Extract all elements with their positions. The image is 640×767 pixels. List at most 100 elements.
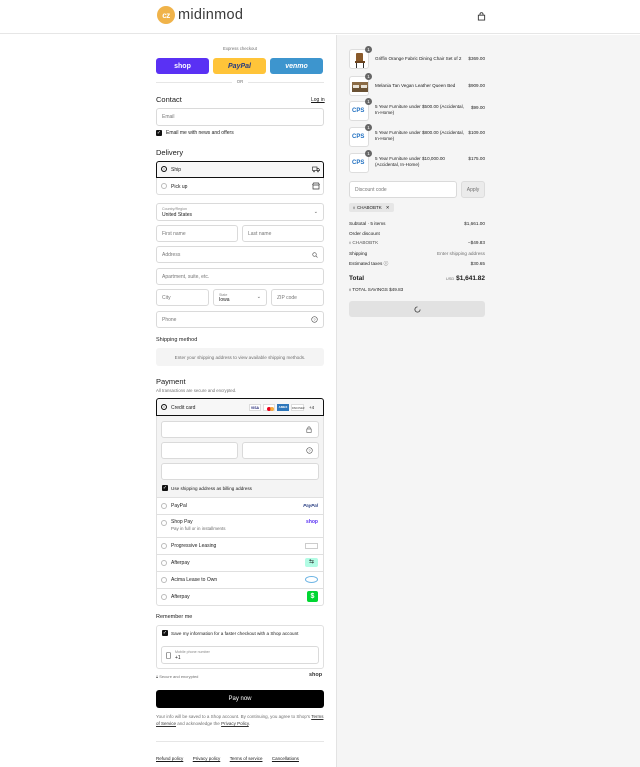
news-label: Email me with news and offers xyxy=(166,130,234,136)
discount-row: ⬨ CHABOBTK −$49.83 xyxy=(349,240,485,245)
save-info-checkbox[interactable]: ✓ xyxy=(162,630,168,636)
savings-value: $49.83 xyxy=(389,287,404,292)
expiry-field[interactable] xyxy=(161,442,238,459)
ship-label: Ship xyxy=(171,167,182,173)
shop-pay-option-label: Shop Pay xyxy=(171,519,193,525)
cashapp-afterpay-option[interactable]: Afterpay $ xyxy=(156,589,324,606)
login-link[interactable]: Log in xyxy=(311,97,325,103)
loading-button[interactable] xyxy=(349,301,485,317)
cashapp-option-label: Afterpay xyxy=(171,594,190,600)
shipping-row: Shipping Enter shipping address xyxy=(349,251,485,256)
credit-card-radio[interactable] xyxy=(161,404,167,410)
progressive-option[interactable]: Progressive Leasing xyxy=(156,538,324,555)
venmo-label: venmo xyxy=(285,62,308,70)
venmo-button[interactable]: venmo xyxy=(270,58,323,74)
paypal-radio[interactable] xyxy=(161,503,167,509)
mobile-phone-value: +1 xyxy=(175,655,181,661)
ship-option[interactable] xyxy=(156,161,324,178)
currency-label: USD xyxy=(445,276,455,281)
visa-icon: VISA xyxy=(249,404,261,411)
shop-pay-label: shop xyxy=(174,62,191,70)
footer-links: Refund policy Privacy policy Terms of se… xyxy=(156,747,304,765)
news-checkbox[interactable]: ✓ xyxy=(156,130,162,136)
cashapp-radio[interactable] xyxy=(161,594,167,600)
item-price: $109.00 xyxy=(468,130,485,135)
afterpay-option[interactable]: Afterpay ⇆ xyxy=(156,555,324,572)
delivery-title: Delivery xyxy=(156,148,184,157)
order-item: CPS 1 5 Year Furniture under $800.00 (Ac… xyxy=(349,124,485,147)
help-circle-icon[interactable]: ? xyxy=(311,316,318,323)
billing-checkbox[interactable]: ✓ xyxy=(162,485,168,491)
total-row: Total USD $1,641.82 xyxy=(349,275,485,282)
last-name-placeholder: Last name xyxy=(248,230,272,237)
savings-row: ⬨ TOTAL SAVINGS $49.83 xyxy=(349,287,485,292)
apply-button[interactable]: Apply xyxy=(461,181,485,198)
help-circle-icon[interactable]: ? xyxy=(306,447,313,454)
email-field[interactable]: Email xyxy=(156,108,324,126)
shopping-bag-icon[interactable] xyxy=(477,12,486,21)
discover-icon: DISCOVER xyxy=(291,404,305,411)
discount-code-field[interactable]: Discount code xyxy=(349,181,457,198)
close-icon[interactable]: ✕ xyxy=(386,205,390,211)
privacy-link[interactable]: Privacy Policy xyxy=(221,721,249,726)
or-label: OR xyxy=(232,79,248,84)
amex-icon: AMEX xyxy=(277,404,289,411)
terms-of-service-link[interactable]: Terms of service xyxy=(230,756,263,761)
address-placeholder: Address xyxy=(162,251,181,258)
phone-icon xyxy=(166,652,171,659)
footer-divider xyxy=(156,741,324,742)
item-name: 5 Year Furniture under $500.00 (Accident… xyxy=(375,104,464,115)
acima-option[interactable]: Acima Lease to Own xyxy=(156,572,324,589)
paypal-option[interactable]: PayPal PayPal xyxy=(156,498,324,515)
discount-code-label: CHABOBTK xyxy=(352,240,379,245)
cps-logo-icon: CPS xyxy=(352,160,365,166)
shipping-method-title: Shipping method xyxy=(156,337,198,343)
apartment-field[interactable]: Apartment, suite, etc. xyxy=(156,268,324,285)
country-select[interactable]: Country/Region United States ⌄ xyxy=(156,203,324,221)
shop-pay-radio[interactable] xyxy=(161,520,167,526)
contact-title: Contact xyxy=(156,95,182,104)
afterpay-radio[interactable] xyxy=(161,560,167,566)
security-code-field[interactable]: ? xyxy=(242,442,319,459)
store-icon xyxy=(312,182,320,190)
brand-logo[interactable]: cz midinmod xyxy=(157,6,243,24)
acima-radio[interactable] xyxy=(161,577,167,583)
address-field[interactable]: Address xyxy=(156,246,324,263)
shop-pay-option[interactable]: Shop Pay Pay in full or in installments … xyxy=(156,515,324,538)
phone-field[interactable]: Phone ? xyxy=(156,311,324,328)
secure-label: 🔒︎ Secure and encrypted xyxy=(156,674,198,679)
city-field[interactable]: City xyxy=(156,289,209,306)
zip-field[interactable]: ZIP code xyxy=(271,289,324,306)
ship-radio[interactable] xyxy=(161,166,167,172)
tag-icon: ⬨ xyxy=(353,205,356,210)
quantity-badge: 1 xyxy=(365,150,372,157)
quantity-badge: 1 xyxy=(365,98,372,105)
progressive-radio[interactable] xyxy=(161,543,167,549)
pickup-radio[interactable] xyxy=(161,183,167,189)
cancellations-link[interactable]: Cancellations xyxy=(272,756,299,761)
last-name-field[interactable]: Last name xyxy=(242,225,324,242)
discount-tag: ⬨ CHABOBTK ✕ xyxy=(349,203,394,212)
shop-pay-button[interactable]: shop xyxy=(156,58,209,74)
state-select[interactable]: State Iowa ⌄ xyxy=(213,289,267,306)
discount-value: −$49.83 xyxy=(467,240,485,245)
privacy-policy-link[interactable]: Privacy policy xyxy=(193,756,221,761)
shipping-value: Enter shipping address xyxy=(437,251,485,256)
mobile-phone-field[interactable]: Mobile phone number +1 xyxy=(161,646,319,664)
name-on-card-field[interactable] xyxy=(161,463,319,480)
quantity-badge: 1 xyxy=(365,46,372,53)
spinner-icon xyxy=(414,305,421,312)
shipping-label: Shipping xyxy=(349,251,368,256)
order-item: CPS 1 5 Year Furniture under $10,000.00 … xyxy=(349,150,485,173)
refund-policy-link[interactable]: Refund policy xyxy=(156,756,183,761)
subtotal-label: Subtotal · 5 items xyxy=(349,221,386,226)
paypal-button[interactable]: PayPal xyxy=(213,58,266,74)
legal-text-end: . xyxy=(248,721,251,726)
card-number-field[interactable] xyxy=(161,421,319,438)
credit-card-label: Credit card xyxy=(171,405,196,411)
first-name-field[interactable]: First name xyxy=(156,225,238,242)
pay-now-button[interactable]: Pay now xyxy=(156,690,324,708)
svg-text:?: ? xyxy=(308,448,311,453)
help-circle-icon[interactable]: ⓘ xyxy=(384,261,389,266)
secure-text: Secure and encrypted xyxy=(159,674,199,679)
